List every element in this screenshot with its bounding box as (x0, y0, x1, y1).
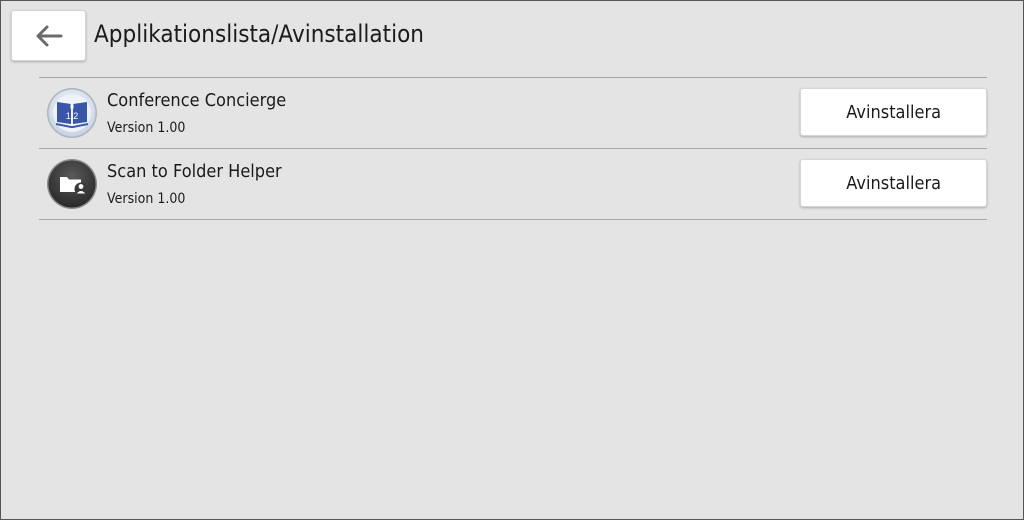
app-version: Version 1.00 (107, 120, 186, 136)
list-item: Scan to Folder Helper Version 1.00 Avins… (39, 149, 987, 220)
app-uninstall-screen: Applikationslista/Avinstallation 1 2 Con… (0, 0, 1024, 520)
back-button[interactable] (11, 10, 86, 61)
uninstall-button[interactable]: Avinstallera (800, 159, 987, 207)
app-list: 1 2 Conference Concierge Version 1.00 Av… (39, 77, 987, 220)
uninstall-button-label: Avinstallera (846, 101, 941, 123)
list-item: 1 2 Conference Concierge Version 1.00 Av… (39, 78, 987, 149)
svg-text:1 2: 1 2 (66, 111, 79, 121)
uninstall-button-label: Avinstallera (846, 172, 941, 194)
page-title: Applikationslista/Avinstallation (94, 20, 424, 48)
arrow-left-icon (34, 24, 64, 48)
uninstall-button[interactable]: Avinstallera (800, 88, 987, 136)
app-version: Version 1.00 (107, 191, 186, 207)
app-name: Scan to Folder Helper (107, 161, 282, 182)
conference-book-icon: 1 2 (46, 87, 98, 139)
folder-user-icon (46, 158, 98, 210)
app-name: Conference Concierge (107, 90, 287, 111)
